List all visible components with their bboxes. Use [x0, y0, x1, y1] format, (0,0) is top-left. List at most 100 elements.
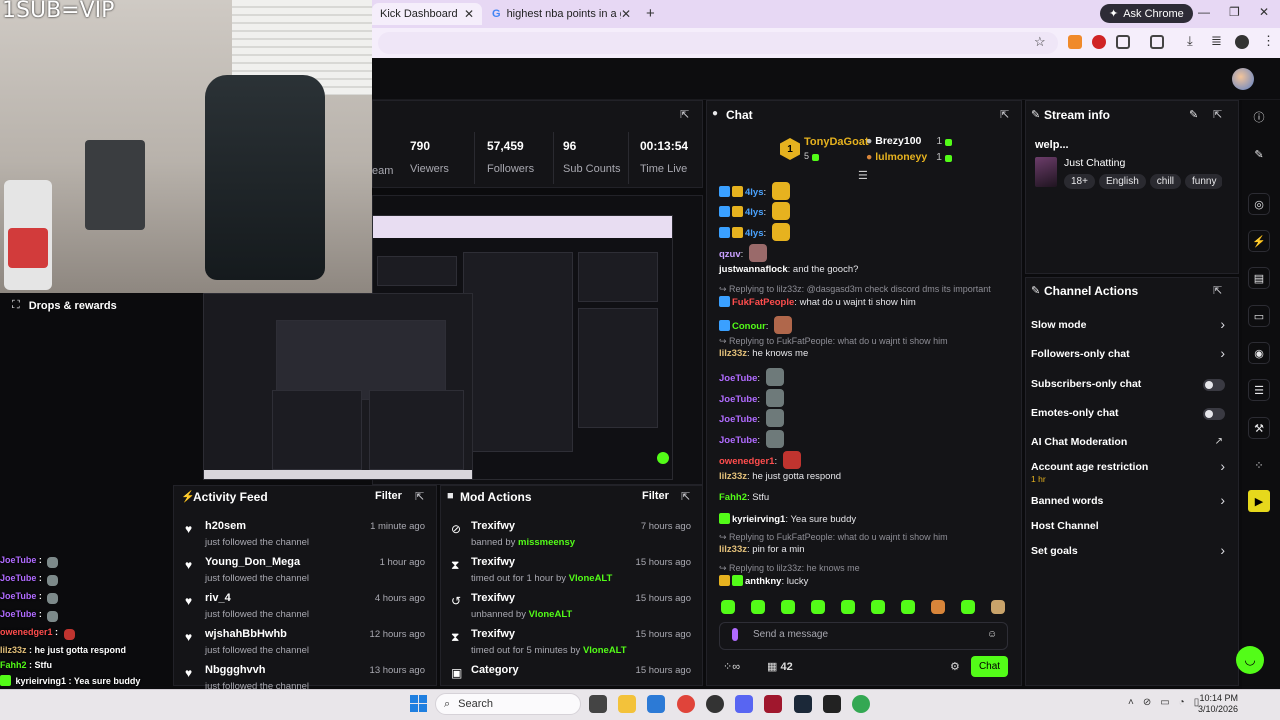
- chat-username[interactable]: 4lys: [745, 228, 764, 239]
- close-tab-icon[interactable]: ✕: [621, 7, 631, 21]
- chat-username[interactable]: Fahh2: [719, 492, 747, 503]
- obs-icon[interactable]: [706, 695, 724, 713]
- toggle-switch[interactable]: [1203, 408, 1225, 420]
- mod-action-item[interactable]: ↺ Trexifwy unbanned by VloneALT 15 hours ag…: [447, 592, 697, 624]
- emoji-picker-icon[interactable]: ☺: [987, 629, 997, 640]
- expand-icon[interactable]: ⇱: [415, 490, 424, 503]
- mod-filter-button[interactable]: Filter: [642, 490, 669, 502]
- clipboard-icon[interactable]: ▤: [1248, 267, 1270, 289]
- chat-message[interactable]: JoeTube:: [719, 368, 784, 386]
- wrench-icon[interactable]: ⚒: [1248, 417, 1270, 439]
- extension-icon[interactable]: [1068, 35, 1082, 49]
- list-icon[interactable]: ☰: [1248, 379, 1270, 401]
- stream-category[interactable]: Just Chatting: [1064, 157, 1125, 169]
- chrome-canary-icon[interactable]: [852, 695, 870, 713]
- user-avatar[interactable]: [1232, 68, 1254, 90]
- channel-action-item[interactable]: Set goals ›: [1031, 542, 1231, 567]
- gifter-row[interactable]: ● Brezy100 1: [866, 135, 954, 147]
- discord-icon[interactable]: [735, 695, 753, 713]
- chat-username[interactable]: JoeTube: [719, 435, 757, 446]
- mod-action-item[interactable]: ⧗ Trexifwy timed out for 5 minutes by Vlon…: [447, 628, 697, 660]
- chat-username[interactable]: qzuv: [719, 249, 741, 260]
- chat-message[interactable]: FukFatPeople: what do u wajnt ti show hi…: [719, 296, 916, 308]
- toggle-switch[interactable]: [1203, 379, 1225, 391]
- activity-feed-item[interactable]: ♥ wjshahBbHwhb just followed the channel 12…: [181, 628, 431, 660]
- download-icon[interactable]: ⤓: [1187, 33, 1193, 49]
- omnibox[interactable]: [378, 32, 1058, 54]
- maximize-button[interactable]: ❐: [1229, 5, 1240, 19]
- chat-username[interactable]: Conour: [732, 321, 766, 332]
- activity-feed-item[interactable]: ♥ riv_4 just followed the channel 4 hours a…: [181, 592, 431, 624]
- pencil-icon[interactable]: ✎: [1248, 143, 1270, 165]
- quick-emote-icon[interactable]: [931, 600, 945, 614]
- acrobat-icon[interactable]: [764, 695, 782, 713]
- chat-username[interactable]: lilz33z: [719, 544, 747, 555]
- windows-start-icon[interactable]: [410, 695, 427, 712]
- chat-username[interactable]: 4lys: [745, 187, 764, 198]
- quick-emote-icon[interactable]: [781, 600, 795, 614]
- quick-emote-icon[interactable]: [901, 600, 915, 614]
- channel-action-item[interactable]: Followers-only chat ›: [1031, 345, 1231, 370]
- broadcast-icon[interactable]: ◉: [1248, 342, 1270, 364]
- quick-emote-icon[interactable]: [811, 600, 825, 614]
- mod-actor-name[interactable]: VloneALT: [529, 609, 573, 620]
- mod-action-item[interactable]: ⧗ Trexifwy timed out for 1 hour by VloneAL…: [447, 556, 697, 588]
- chat-username[interactable]: anthkny: [745, 576, 781, 587]
- expand-icon[interactable]: ⇱: [681, 490, 690, 503]
- channel-action-item[interactable]: Slow mode ›: [1031, 316, 1231, 341]
- chat-username[interactable]: 4lys: [745, 207, 764, 218]
- quick-emote-icon[interactable]: [961, 600, 975, 614]
- chat-username[interactable]: lilz33z: [719, 348, 747, 359]
- profile-icon[interactable]: [1235, 35, 1249, 49]
- chat-message[interactable]: lilz33z: he just gotta respond: [719, 471, 841, 482]
- task-view-icon[interactable]: [589, 695, 607, 713]
- mod-actor-name[interactable]: missmeensy: [518, 537, 575, 548]
- activity-filter-button[interactable]: Filter: [375, 490, 402, 502]
- tab-nba-search[interactable]: G highest nba points in a game b ✕: [484, 3, 639, 25]
- taskbar-clock[interactable]: 10:14 PM 3/10/2026: [1198, 693, 1238, 715]
- expand-icon[interactable]: ⇱: [1213, 108, 1222, 121]
- channel-action-item[interactable]: AI Chat Moderation ↗: [1031, 436, 1231, 458]
- chat-message[interactable]: lilz33z: pin for a min: [719, 544, 805, 555]
- chat-message[interactable]: JoeTube:: [719, 389, 784, 407]
- channel-action-item[interactable]: Account age restriction 1 hr ›: [1031, 458, 1231, 484]
- quick-emote-icon[interactable]: [871, 600, 885, 614]
- adblock-icon[interactable]: [1092, 35, 1106, 49]
- reading-list-icon[interactable]: ≣: [1211, 33, 1222, 49]
- minimize-button[interactable]: —: [1198, 5, 1210, 19]
- chat-username[interactable]: FukFatPeople: [732, 297, 794, 308]
- chat-username[interactable]: JoeTube: [719, 373, 757, 384]
- chat-username[interactable]: justwannaflock: [719, 264, 788, 275]
- bookmark-star-icon[interactable]: ☆: [1034, 34, 1046, 50]
- chat-username[interactable]: JoeTube: [719, 394, 757, 405]
- drops-rewards-button[interactable]: ⛶ Drops & rewards: [12, 299, 117, 312]
- mod-actor-name[interactable]: VloneALT: [583, 645, 627, 656]
- support-headset-icon[interactable]: ◡: [1236, 646, 1264, 674]
- quick-emote-icon[interactable]: [841, 600, 855, 614]
- info-icon[interactable]: ⓘ: [1248, 106, 1270, 128]
- chat-username[interactable]: JoeTube: [719, 414, 757, 425]
- activity-icon[interactable]: ⁘: [1248, 454, 1270, 476]
- channel-action-item[interactable]: Emotes-only chat: [1031, 407, 1231, 429]
- expand-icon[interactable]: ⇱: [1213, 284, 1222, 297]
- chat-message[interactable]: anthkny: lucky: [719, 575, 808, 587]
- chrome-icon[interactable]: [677, 695, 695, 713]
- chat-settings-dots-icon[interactable]: ⁘∞: [723, 660, 740, 673]
- chat-message[interactable]: justwannaflock: and the gooch?: [719, 264, 858, 275]
- external-link-icon[interactable]: ↗: [1215, 436, 1223, 447]
- collapse-gifters-icon[interactable]: ☰: [858, 169, 868, 182]
- activity-feed-item[interactable]: ♥ Young_Don_Mega just followed the channel…: [181, 556, 431, 588]
- chat-message[interactable]: Fahh2: Stfu: [719, 492, 769, 503]
- quick-emote-icon[interactable]: [751, 600, 765, 614]
- chat-gear-icon[interactable]: ⚙: [950, 660, 960, 673]
- chat-message[interactable]: lilz33z: he knows me: [719, 348, 808, 359]
- chat-username[interactable]: owenedger1: [719, 456, 774, 467]
- steam-icon[interactable]: [794, 695, 812, 713]
- bolt-icon[interactable]: ⚡: [1248, 230, 1270, 252]
- activity-feed-item[interactable]: ♥ h20sem just followed the channel 1 minute…: [181, 520, 431, 552]
- expand-icon[interactable]: ⇱: [1000, 108, 1009, 121]
- send-chat-button[interactable]: Chat: [971, 656, 1008, 677]
- chat-message[interactable]: 4lys:: [719, 182, 790, 200]
- store-icon[interactable]: [647, 695, 665, 713]
- chat-message[interactable]: JoeTube:: [719, 430, 784, 448]
